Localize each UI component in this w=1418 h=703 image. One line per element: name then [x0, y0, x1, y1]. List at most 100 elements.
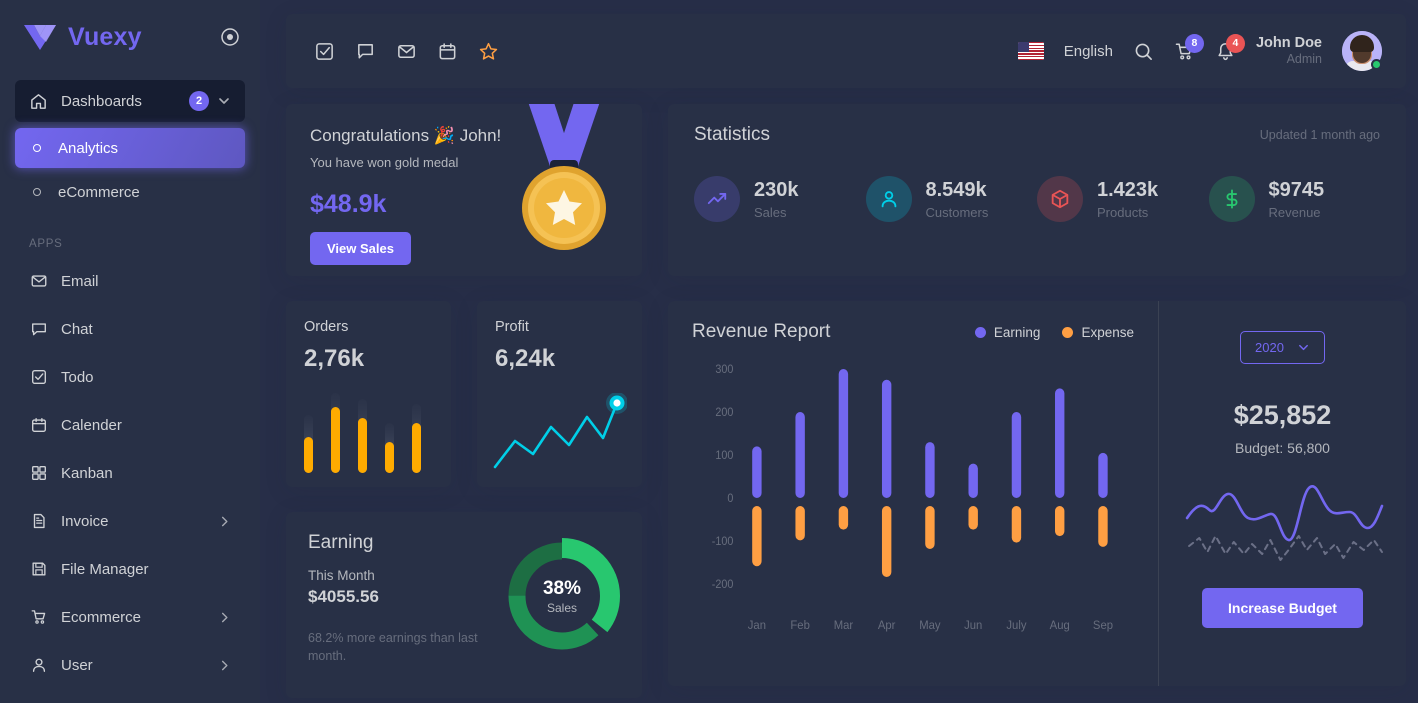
sidebar-item-chat[interactable]: Chat	[15, 308, 245, 350]
mail-icon	[29, 272, 48, 291]
profit-title: Profit	[495, 319, 529, 335]
orders-title: Orders	[304, 319, 349, 335]
circle-bullet-icon	[33, 144, 41, 152]
user-icon	[865, 176, 912, 222]
check-square-icon	[29, 368, 48, 387]
svg-text:-200: -200	[712, 579, 734, 591]
language-label[interactable]: English	[1064, 43, 1113, 60]
sidebar-item-ecommerce[interactable]: Ecommerce	[15, 596, 245, 638]
svg-text:200: 200	[715, 407, 733, 419]
earning-donut-chart: 38% Sales	[504, 538, 620, 654]
sidebar-item-analytics[interactable]: Analytics	[15, 128, 245, 168]
user-role: Admin	[1286, 52, 1322, 67]
star-icon[interactable]	[478, 41, 499, 62]
calendar-icon[interactable]	[437, 41, 458, 62]
sidebar-apps-nav: Email Chat Todo Calender Kanban Invoice …	[0, 260, 260, 686]
sidebar-item-label: Chat	[61, 320, 93, 338]
brand[interactable]: Vuexy	[0, 0, 260, 66]
brand-name: Vuexy	[68, 22, 142, 51]
left-column: Orders 2,76k Profit 6,24k Earning This M…	[286, 301, 642, 698]
mini-cards-row: Orders 2,76k Profit 6,24k	[286, 301, 642, 487]
stat-products: 1.423k Products	[1037, 176, 1209, 222]
revenue-title: Revenue Report	[692, 321, 831, 342]
earning-note: 68.2% more earnings than last month.	[308, 631, 478, 664]
stat-label: Customers	[925, 205, 989, 220]
sidebar-item-label: Dashboards	[61, 92, 142, 110]
main-content: English 8 4 John Doe Admin Congratulatio…	[260, 0, 1418, 703]
budget-amount: $25,852	[1233, 400, 1332, 430]
sidebar-item-label: Ecommerce	[61, 608, 142, 626]
sidebar-item-label: Calender	[61, 416, 122, 434]
statistics-card: Statistics Updated 1 month ago 230k Sale…	[668, 104, 1406, 276]
sidebar-item-kanban[interactable]: Kanban	[15, 452, 245, 494]
svg-text:0: 0	[727, 493, 733, 505]
top-navbar: English 8 4 John Doe Admin	[286, 14, 1406, 88]
sidebar-item-label: File Manager	[61, 560, 149, 578]
earning-donut-percent: 38%	[542, 577, 582, 599]
revenue-bar-chart: 300 200 100 0 -100 -200 Jan Feb Mar Apr …	[692, 357, 1134, 647]
profit-value: 6,24k	[495, 345, 556, 372]
svg-text:Mar: Mar	[834, 619, 854, 632]
legend-expense: Expense	[1062, 325, 1134, 340]
legend-label: Expense	[1081, 324, 1134, 340]
legend-label: Earning	[993, 324, 1041, 340]
chevron-right-icon	[218, 659, 231, 672]
view-sales-button[interactable]: View Sales	[310, 232, 411, 265]
cart-badge: 8	[1184, 33, 1204, 53]
stat-customers: 8.549k Customers	[865, 176, 1038, 222]
profit-mini-line-chart	[491, 392, 632, 473]
svg-text:July: July	[1006, 619, 1026, 632]
notifications-badge: 4	[1225, 33, 1245, 53]
statistics-updated: Updated 1 month ago	[1259, 128, 1380, 142]
sidebar-item-user[interactable]: User	[15, 644, 245, 686]
user-meta[interactable]: John Doe Admin	[1256, 34, 1322, 68]
stat-value: 230k	[754, 179, 799, 201]
grid-icon	[29, 464, 48, 483]
navbar-right: English 8 4 John Doe Admin	[1017, 31, 1382, 71]
trending-up-icon	[694, 176, 740, 222]
save-icon	[29, 560, 48, 579]
sidebar-badge-dashboards: 2	[189, 91, 209, 111]
mail-icon[interactable]	[396, 41, 417, 62]
file-text-icon	[29, 512, 48, 531]
stat-value: $9745	[1268, 179, 1325, 201]
sidebar-item-dashboards[interactable]: Dashboards 2	[15, 80, 245, 122]
sidebar-item-todo[interactable]: Todo	[15, 356, 245, 398]
revenue-legend: Earning Expense	[974, 324, 1134, 340]
circle-dot-pin-icon[interactable]	[220, 27, 240, 47]
svg-text:Jun: Jun	[964, 619, 982, 632]
stat-label: Products	[1097, 205, 1149, 220]
legend-dot-earning	[974, 326, 986, 338]
stat-sales: 230k Sales	[694, 176, 866, 222]
notifications-button[interactable]: 4	[1215, 33, 1245, 62]
sidebar-item-file-manager[interactable]: File Manager	[15, 548, 245, 590]
statistics-title: Statistics	[694, 124, 771, 145]
avatar[interactable]	[1342, 31, 1382, 71]
stat-value: 8.549k	[925, 179, 987, 201]
cart-button[interactable]: 8	[1174, 33, 1204, 62]
sidebar-item-label: Analytics	[58, 139, 119, 157]
chevron-right-icon	[218, 515, 231, 528]
orders-mini-bar-chart	[300, 393, 441, 473]
year-select[interactable]: 2020	[1240, 331, 1325, 364]
calendar-icon	[29, 416, 48, 435]
dollar-sign-icon	[1208, 176, 1255, 222]
message-square-icon[interactable]	[355, 41, 376, 62]
sidebar-item-email[interactable]: Email	[15, 260, 245, 302]
svg-text:Apr: Apr	[878, 619, 896, 632]
sidebar-item-label: Email	[61, 272, 99, 290]
revenue-header: Revenue Report Earning Expense	[692, 321, 1134, 343]
vuexy-logo-icon	[22, 22, 58, 52]
gold-medal-icon	[504, 104, 624, 268]
online-status-dot	[1371, 59, 1382, 70]
increase-budget-button[interactable]: Increase Budget	[1202, 588, 1363, 628]
search-icon[interactable]	[1133, 41, 1154, 62]
check-square-icon[interactable]	[314, 41, 335, 62]
svg-text:Aug: Aug	[1050, 619, 1070, 632]
sidebar-item-label: Todo	[61, 368, 94, 386]
svg-text:May: May	[919, 619, 940, 632]
sidebar-item-invoice[interactable]: Invoice	[15, 500, 245, 542]
orders-value: 2,76k	[304, 345, 365, 372]
sidebar-item-calender[interactable]: Calender	[15, 404, 245, 446]
sidebar-item-ecommerce-dash[interactable]: eCommerce	[15, 172, 245, 212]
